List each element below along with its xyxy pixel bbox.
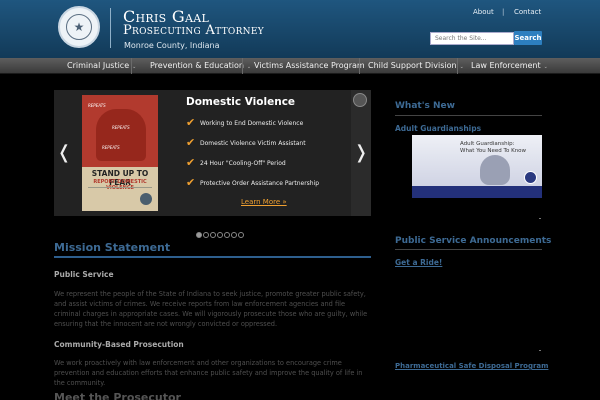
site-header: ★ Chris Gaal Prosecuting Attorney Monroe… — [0, 0, 600, 58]
checkmark-icon: ✔ — [186, 116, 196, 129]
poster-logo-icon — [140, 193, 152, 205]
banner-bar — [412, 186, 542, 198]
slide-bullet: Protective Order Assistance Partnership — [200, 180, 320, 187]
slider-dot[interactable] — [224, 232, 230, 238]
sidebar-rule — [395, 115, 542, 116]
slider-pagination — [196, 223, 245, 238]
nav-divider — [457, 58, 458, 74]
search-input[interactable] — [430, 32, 514, 45]
slide-bullet: 24 Hour "Cooling-Off" Period — [200, 160, 286, 167]
heading-rule — [54, 256, 371, 258]
slider-dot[interactable] — [238, 232, 244, 238]
pharma-disposal-link[interactable]: Pharmaceutical Safe Disposal Program — [395, 362, 548, 370]
nav-item-prevention-education[interactable]: Prevention & Education ⌄ — [150, 58, 251, 74]
slider-dot[interactable] — [231, 232, 237, 238]
checkmark-icon: ✔ — [186, 156, 196, 169]
nav-label: Prevention & Education — [150, 61, 244, 70]
slider-dot[interactable] — [196, 232, 202, 238]
banner-subtitle: What You Need To Know — [460, 148, 527, 154]
slide-bullet: Domestic Violence Victim Assistant — [200, 140, 306, 147]
slide-badge-icon — [353, 93, 367, 107]
checkmark-icon: ✔ — [186, 176, 196, 189]
nav-divider — [359, 58, 360, 74]
county-seal-icon[interactable]: ★ — [58, 6, 100, 48]
nav-label: Law Enforcement — [471, 61, 541, 70]
section-heading-community: Community-Based Prosecution — [54, 340, 184, 349]
poster-text-line: REPEATS — [88, 103, 106, 108]
learn-more-link[interactable]: Learn More » — [241, 198, 287, 206]
contact-link[interactable]: Contact — [514, 8, 541, 16]
nav-item-victims-assistance[interactable]: Victims Assistance Program ⌄ — [254, 58, 372, 74]
nav-item-law-enforcement[interactable]: Law Enforcement ⌄ — [471, 58, 548, 74]
poster-text-line: REPEATS — [102, 145, 120, 150]
top-link-separator: | — [502, 8, 505, 16]
header-divider — [110, 8, 111, 48]
nav-label: Child Support Division — [368, 61, 457, 70]
slider-dot[interactable] — [203, 232, 209, 238]
mission-heading: Mission Statement — [54, 241, 171, 254]
nav-label: Criminal Justice — [67, 61, 130, 70]
banner-seal-icon — [524, 171, 537, 184]
seal-star-icon: ★ — [73, 20, 85, 34]
adult-guardianship-banner[interactable]: Adult Guardianship: What You Need To Kno… — [412, 135, 542, 198]
main-nav: Criminal Justice ⌄ Prevention & Education… — [0, 58, 600, 74]
slider-dot[interactable] — [217, 232, 223, 238]
site-subtitle: Monroe County, Indiana — [124, 41, 220, 50]
slide-title: Domestic Violence — [186, 96, 296, 108]
nav-divider — [131, 58, 132, 74]
adult-guardianships-link[interactable]: Adult Guardianships — [395, 124, 481, 133]
nav-item-criminal-justice[interactable]: Criminal Justice ⌄ — [67, 58, 136, 74]
checkmark-icon: ✔ — [186, 136, 196, 149]
section-heading-public-service: Public Service — [54, 270, 114, 279]
separator-mark — [539, 218, 541, 219]
meet-prosecutor-heading: Meet the Prosecutor — [54, 391, 181, 400]
nav-label: Victims Assistance Program — [254, 61, 365, 70]
poster-text-line: REPEATS — [112, 125, 130, 130]
chevron-down-icon: ⌄ — [132, 64, 137, 70]
banner-photo — [480, 155, 510, 185]
separator-mark — [539, 350, 541, 351]
chevron-down-icon: ⌄ — [459, 64, 464, 70]
search-button[interactable]: Search — [514, 31, 542, 45]
slider-dot[interactable] — [210, 232, 216, 238]
whats-new-heading: What's New — [395, 101, 455, 111]
slide-bullet: Working to End Domestic Violence — [200, 120, 304, 127]
banner-title: Adult Guardianship: — [460, 141, 515, 147]
chevron-down-icon: ⌄ — [543, 64, 548, 70]
nav-item-child-support[interactable]: Child Support Division ⌄ — [368, 58, 464, 74]
get-a-ride-link[interactable]: Get a Ride! — [395, 258, 442, 267]
slider-next-arrow-icon[interactable]: ❭ — [351, 90, 371, 216]
section-text-public-service: We represent the people of the State of … — [54, 290, 368, 328]
poster-hands-image — [96, 109, 146, 161]
slider-prev-arrow-icon[interactable]: ❬ — [54, 90, 74, 216]
site-title-role[interactable]: Prosecuting Attorney — [123, 23, 264, 38]
about-link[interactable]: About — [473, 8, 494, 16]
psa-heading: Public Service Announcements — [395, 236, 552, 246]
domestic-violence-poster[interactable]: REPEATS REPEATS REPEATS STAND UP TO FEAR… — [82, 95, 158, 211]
chevron-down-icon: ⌄ — [246, 64, 252, 70]
seal-inner-ring: ★ — [66, 14, 92, 40]
feature-slider: ❬ REPEATS REPEATS REPEATS STAND UP TO FE… — [54, 90, 371, 216]
section-text-community: We work proactively with law enforcement… — [54, 359, 363, 387]
sidebar-rule — [395, 249, 542, 250]
nav-divider — [242, 58, 243, 74]
